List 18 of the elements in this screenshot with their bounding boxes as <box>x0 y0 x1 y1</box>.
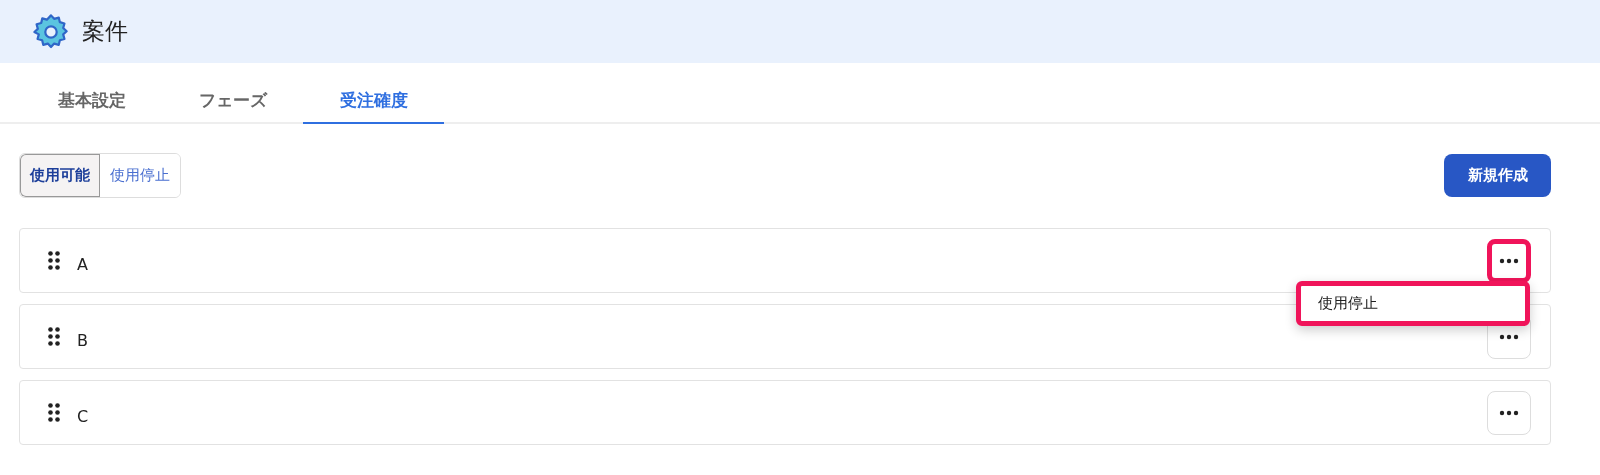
tab[interactable]: 基本設定 <box>21 75 162 124</box>
row-name: A <box>77 255 89 274</box>
toggle-option[interactable]: 使用可能 <box>20 154 100 197</box>
drag-handle-icon[interactable] <box>48 402 60 423</box>
more-icon <box>1499 333 1519 340</box>
gear-icon <box>32 12 70 51</box>
more-icon <box>1499 409 1519 416</box>
page-title: 案件 <box>82 17 128 46</box>
drag-handle-icon[interactable] <box>48 250 60 271</box>
row-name: B <box>77 331 89 350</box>
more-button[interactable] <box>1487 238 1531 283</box>
drag-handle-icon[interactable] <box>48 326 60 347</box>
tab[interactable]: フェーズ <box>162 75 303 124</box>
row-name: C <box>77 407 90 426</box>
menu-item[interactable]: 使用停止 <box>1301 286 1525 321</box>
create-button[interactable]: 新規作成 <box>1444 154 1551 197</box>
tab[interactable]: 受注確度 <box>303 75 444 124</box>
more-icon <box>1499 257 1519 264</box>
